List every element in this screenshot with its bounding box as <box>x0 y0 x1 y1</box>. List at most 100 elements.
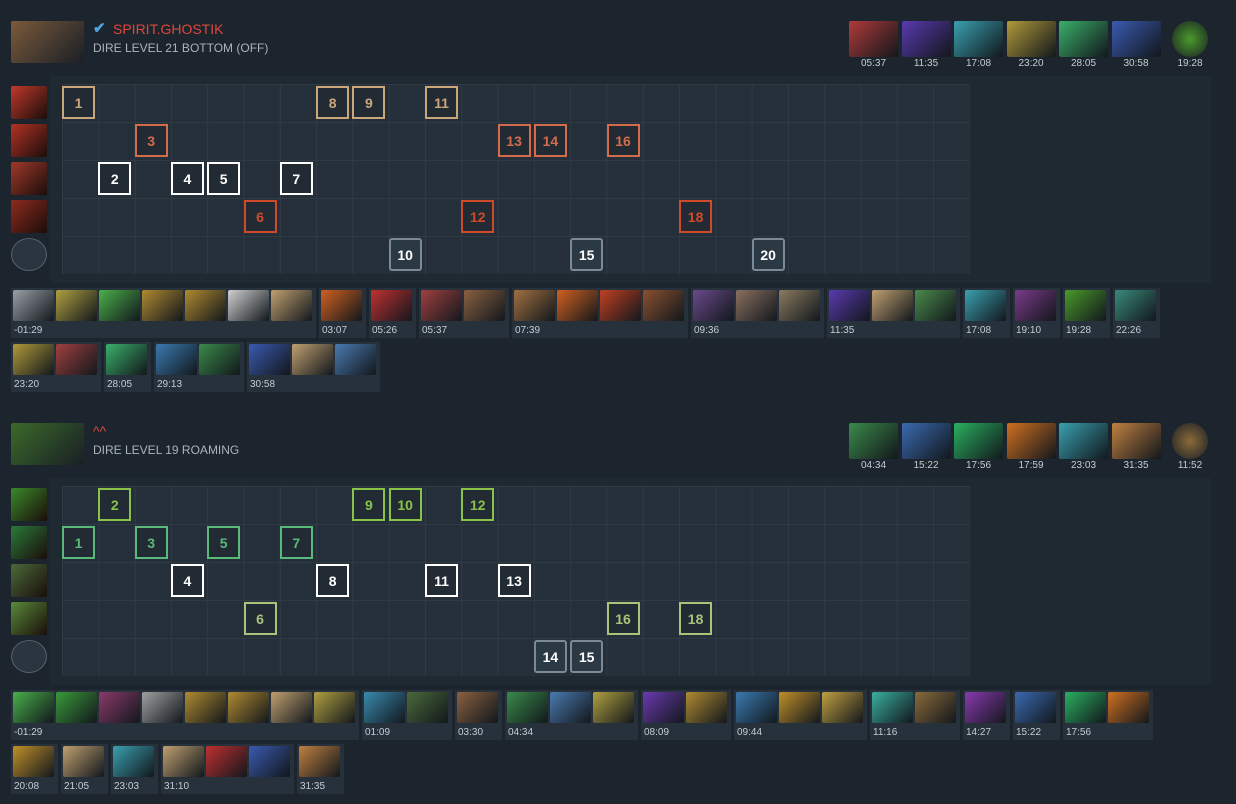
item-icon[interactable] <box>1015 692 1056 723</box>
neutral-item[interactable]: 19:28 <box>1170 21 1210 70</box>
player-name[interactable]: SPIRIT.GHOSTIK <box>113 21 223 38</box>
skill-3-icon[interactable] <box>11 564 47 597</box>
hero-portrait[interactable] <box>11 423 84 465</box>
final-item[interactable]: 23:20 <box>1006 21 1056 70</box>
skill-level-box: 16 <box>606 124 640 157</box>
item-icon[interactable] <box>142 290 183 321</box>
item-icon[interactable] <box>335 344 376 375</box>
item-icon[interactable] <box>507 692 548 723</box>
talent-icon[interactable] <box>11 238 47 271</box>
item-icon[interactable] <box>314 692 355 723</box>
neutral-item[interactable]: 11:52 <box>1170 423 1210 472</box>
item-icon[interactable] <box>228 692 269 723</box>
item-time: 28:05 <box>1070 58 1097 69</box>
item-icon[interactable] <box>371 290 412 321</box>
item-icon[interactable] <box>407 692 448 723</box>
item-icon[interactable] <box>872 692 913 723</box>
item-icon[interactable] <box>965 692 1006 723</box>
item-icon[interactable] <box>779 290 820 321</box>
item-icon[interactable] <box>321 290 362 321</box>
item-icon[interactable] <box>163 746 204 777</box>
item-icon[interactable] <box>56 344 97 375</box>
item-icon[interactable] <box>271 692 312 723</box>
skill-2-icon[interactable] <box>11 526 47 559</box>
item-icon[interactable] <box>156 344 197 375</box>
item-icon[interactable] <box>822 692 863 723</box>
item-icon[interactable] <box>13 692 54 723</box>
item-icon[interactable] <box>779 692 820 723</box>
item-icon[interactable] <box>1065 692 1106 723</box>
item-icon[interactable] <box>643 290 684 321</box>
item-icon[interactable] <box>736 692 777 723</box>
skill-4-icon[interactable] <box>11 200 47 233</box>
item-icon[interactable] <box>56 290 97 321</box>
final-item[interactable]: 15:22 <box>901 423 951 472</box>
item-icon[interactable] <box>593 692 634 723</box>
talent-icon[interactable] <box>11 640 47 673</box>
item-icon[interactable] <box>292 344 333 375</box>
item-icon[interactable] <box>550 692 591 723</box>
item-icon[interactable] <box>13 344 54 375</box>
hero-portrait[interactable] <box>11 21 84 63</box>
item-icon[interactable] <box>965 290 1006 321</box>
item-icon[interactable] <box>872 290 913 321</box>
item-icon[interactable] <box>99 290 140 321</box>
purchase-group: 28:05 <box>104 342 151 392</box>
item-icon[interactable] <box>206 746 247 777</box>
item-icon[interactable] <box>249 344 290 375</box>
player-section: ^^ DIRE LEVEL 19 ROAMING 04:34 15:22 17:56 17… <box>0 402 1236 804</box>
item-icon[interactable] <box>1015 290 1056 321</box>
item-icon[interactable] <box>185 290 226 321</box>
item-icon[interactable] <box>364 692 405 723</box>
final-item[interactable]: 30:58 <box>1111 21 1161 70</box>
item-icon[interactable] <box>915 692 956 723</box>
item-icon[interactable] <box>557 290 598 321</box>
item-icon[interactable] <box>113 746 154 777</box>
player-name[interactable]: ^^ <box>93 423 106 440</box>
item-icon[interactable] <box>106 344 147 375</box>
item-icon[interactable] <box>13 290 54 321</box>
item-icon[interactable] <box>13 746 54 777</box>
final-item[interactable]: 28:05 <box>1059 21 1108 70</box>
item-time: 23:03 <box>1070 460 1097 471</box>
final-item[interactable]: 31:35 <box>1111 423 1161 472</box>
item-icon[interactable] <box>736 290 777 321</box>
final-item[interactable]: 11:35 <box>901 21 951 70</box>
final-item[interactable]: 17:08 <box>954 21 1003 70</box>
item-icon[interactable] <box>421 290 462 321</box>
item-icon[interactable] <box>185 692 226 723</box>
purchase-time: 03:07 <box>322 325 348 336</box>
item-icon[interactable] <box>829 290 870 321</box>
skill-1-icon[interactable] <box>11 488 47 521</box>
item-icon[interactable] <box>1108 692 1149 723</box>
item-icon[interactable] <box>514 290 555 321</box>
item-icon[interactable] <box>99 692 140 723</box>
skill-4-icon[interactable] <box>11 602 47 635</box>
final-item[interactable]: 23:03 <box>1059 423 1108 472</box>
item-icon[interactable] <box>1065 290 1106 321</box>
item-icon[interactable] <box>686 692 727 723</box>
item-icon[interactable] <box>643 692 684 723</box>
skill-level-box: 12 <box>461 200 495 233</box>
item-icon[interactable] <box>299 746 340 777</box>
item-icon[interactable] <box>1115 290 1156 321</box>
item-icon[interactable] <box>457 692 498 723</box>
item-icon[interactable] <box>464 290 505 321</box>
item-icon[interactable] <box>63 746 104 777</box>
skill-1-icon[interactable] <box>11 86 47 119</box>
item-icon[interactable] <box>271 290 312 321</box>
final-item[interactable]: 17:59 <box>1006 423 1056 472</box>
item-icon[interactable] <box>56 692 97 723</box>
item-icon[interactable] <box>142 692 183 723</box>
final-item[interactable]: 17:56 <box>954 423 1003 472</box>
item-icon[interactable] <box>199 344 240 375</box>
item-icon[interactable] <box>228 290 269 321</box>
item-icon[interactable] <box>249 746 290 777</box>
final-item[interactable]: 04:34 <box>849 423 898 472</box>
skill-3-icon[interactable] <box>11 162 47 195</box>
item-icon[interactable] <box>693 290 734 321</box>
item-icon[interactable] <box>915 290 956 321</box>
final-item[interactable]: 05:37 <box>849 21 898 70</box>
skill-2-icon[interactable] <box>11 124 47 157</box>
item-icon[interactable] <box>600 290 641 321</box>
